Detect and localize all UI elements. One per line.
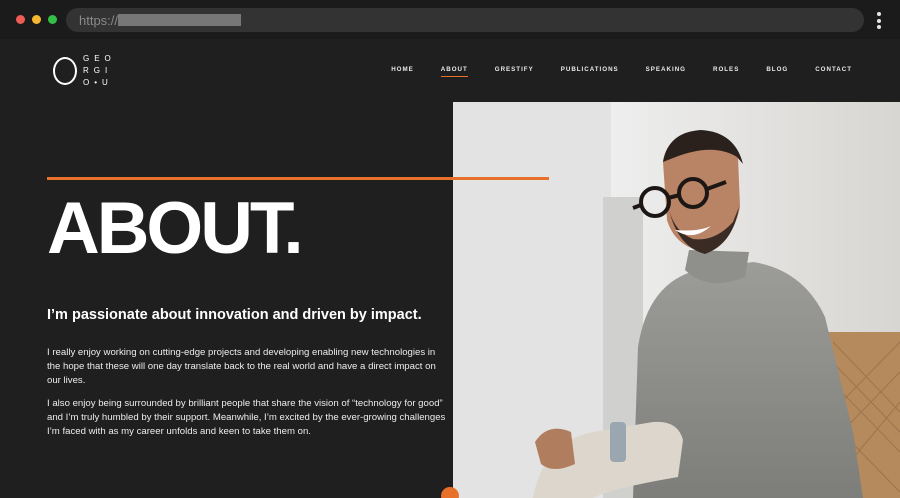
browser-chrome: https:// [0,0,900,39]
nav-about[interactable]: ABOUT [440,66,468,77]
minimize-window-dot[interactable] [32,15,41,24]
maximize-window-dot[interactable] [48,15,57,24]
nav-contact[interactable]: CONTACT [815,66,852,73]
site-logo[interactable]: GEO RGI O•U [53,53,123,89]
nav-grestify[interactable]: GRESTIFY [495,66,534,73]
browser-menu-icon[interactable] [877,12,882,29]
main-nav: HOME ABOUT GRESTIFY PUBLICATIONS SPEAKIN… [391,66,852,77]
logo-letters: GEO RGI O•U [83,53,123,89]
logo-ring-icon [53,57,77,85]
about-page: GEO RGI O•U HOME ABOUT GRESTIFY PUBLICAT… [0,39,900,498]
nav-publications[interactable]: PUBLICATIONS [561,66,619,73]
accent-rule [47,177,549,180]
about-paragraph-2: I also enjoy being surrounded by brillia… [47,398,446,437]
logo-row-1: GEO [83,54,116,63]
page-title: ABOUT. [47,188,304,269]
nav-speaking[interactable]: SPEAKING [646,66,686,73]
url-prefix: https:// [79,13,119,28]
logo-row-2: RGI [83,66,113,75]
logo-row-3: O•U [83,78,113,87]
portrait-photo [453,102,900,498]
close-window-dot[interactable] [16,15,25,24]
url-redacted [118,14,241,26]
nav-blog[interactable]: BLOG [766,66,788,73]
address-bar[interactable]: https:// [66,8,864,32]
about-subtitle: I’m passionate about innovation and driv… [47,307,422,323]
nav-home[interactable]: HOME [391,66,414,73]
about-paragraph-1: I really enjoy working on cutting-edge p… [47,347,436,386]
scroll-indicator-dot[interactable] [441,487,459,498]
nav-roles[interactable]: ROLES [713,66,739,73]
